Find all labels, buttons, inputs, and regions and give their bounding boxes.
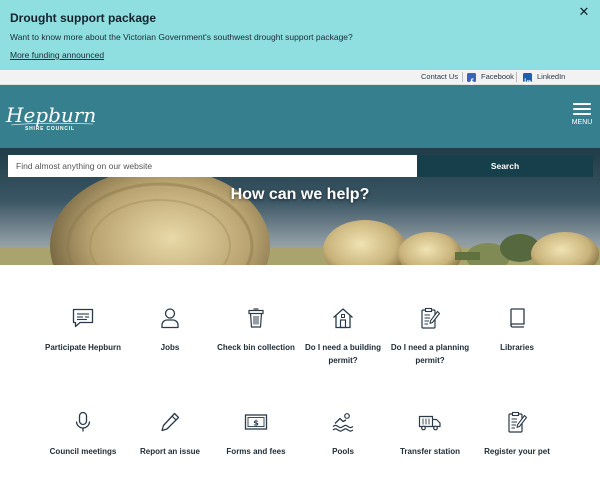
service-label: Participate Hepburn xyxy=(44,343,121,352)
menu-label: MENU xyxy=(571,119,593,126)
service-label: Register your pet xyxy=(484,447,550,456)
service-council-meetings[interactable]: Council meetings xyxy=(43,410,123,459)
service-jobs[interactable]: Jobs xyxy=(130,306,210,355)
person-icon xyxy=(161,308,179,329)
facebook-icon[interactable] xyxy=(467,73,476,86)
service-planning-permit[interactable]: Do I need a planning permit? xyxy=(390,306,470,367)
bin-icon xyxy=(248,308,264,328)
utility-bar: Contact Us Facebook LinkedIn xyxy=(0,70,600,86)
close-icon[interactable]: ✕ xyxy=(576,4,592,20)
service-label: Jobs xyxy=(160,343,180,352)
service-transfer-station[interactable]: Transfer station xyxy=(390,410,470,459)
alert-text: Want to know more about the Victorian Go… xyxy=(10,32,353,42)
hamburger-icon xyxy=(573,103,591,105)
contact-us-link[interactable]: Contact Us xyxy=(421,72,458,82)
service-check-bin-collection[interactable]: Check bin collection xyxy=(216,306,296,355)
utility-divider xyxy=(516,72,517,82)
facebook-link[interactable]: Facebook xyxy=(481,72,514,82)
service-label: Do I need a building permit? xyxy=(305,343,381,365)
banknote-icon: $ xyxy=(244,414,268,430)
service-pools[interactable]: Pools xyxy=(303,410,383,459)
house-icon xyxy=(333,308,353,329)
service-label: Check bin collection xyxy=(217,343,295,352)
truck-icon xyxy=(418,415,441,431)
book-icon xyxy=(510,308,525,328)
logo-subtitle: SHIRE COUNCIL xyxy=(25,126,75,132)
menu-button[interactable]: MENU xyxy=(570,101,594,129)
alert-title: Drought support package xyxy=(10,11,157,25)
service-label: Libraries xyxy=(500,343,534,352)
service-label: Transfer station xyxy=(399,447,460,456)
service-label: Pools xyxy=(332,447,354,456)
service-building-permit[interactable]: Do I need a building permit? xyxy=(303,306,383,367)
more-funding-link[interactable]: More funding announced xyxy=(10,50,104,60)
hero-title: How can we help? xyxy=(230,186,370,203)
search-button[interactable]: Search xyxy=(417,155,593,177)
linkedin-icon[interactable] xyxy=(523,73,532,85)
service-report-an-issue[interactable]: Report an issue xyxy=(130,410,210,459)
service-label: Forms and fees xyxy=(226,447,286,456)
search-input[interactable] xyxy=(8,155,417,177)
linkedin-link[interactable]: LinkedIn xyxy=(537,72,565,82)
utility-divider xyxy=(462,72,463,82)
microphone-icon xyxy=(75,411,91,432)
service-label: Council meetings xyxy=(49,447,117,456)
swimmer-icon xyxy=(332,413,354,432)
clipboard-pencil-icon xyxy=(421,307,441,329)
service-label: Report an issue xyxy=(139,447,200,456)
service-participate-hepburn[interactable]: Participate Hepburn xyxy=(43,306,123,355)
service-label: Do I need a planning permit? xyxy=(390,343,470,365)
speech-bubble-icon xyxy=(72,308,94,328)
clipboard-pencil-icon xyxy=(508,411,528,433)
service-libraries[interactable]: Libraries xyxy=(477,306,557,355)
pencil-icon xyxy=(161,412,180,432)
alert-banner: Drought support package Want to know mor… xyxy=(0,0,600,70)
svg-text:$: $ xyxy=(253,418,259,427)
service-forms-and-fees[interactable]: $ Forms and fees xyxy=(216,410,296,459)
service-register-your-pet[interactable]: Register your pet xyxy=(477,410,557,459)
